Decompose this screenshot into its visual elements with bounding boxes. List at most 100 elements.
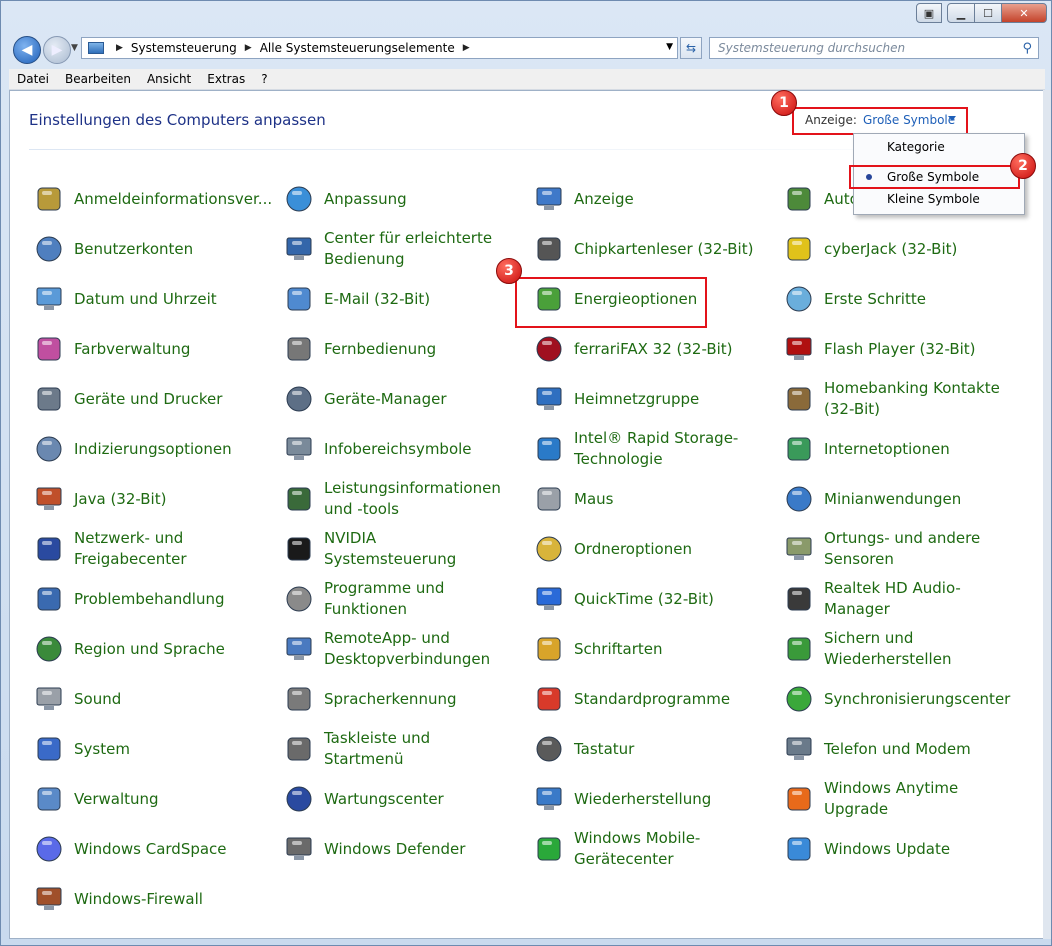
control-panel-item[interactable]: Verwaltung [32, 776, 272, 822]
control-panel-item-icon [282, 632, 316, 666]
minimize-button[interactable]: ▁ [947, 3, 975, 23]
control-panel-item[interactable]: Minianwendungen [782, 476, 1022, 522]
control-panel-item[interactable]: Chipkartenleser (32-Bit) [532, 226, 772, 272]
control-panel-item[interactable]: Windows Mobile-Gerätecenter [532, 826, 772, 872]
menu-ansicht[interactable]: Ansicht [139, 72, 199, 86]
control-panel-item[interactable]: Heimnetzgruppe [532, 376, 772, 422]
breadcrumb-systemsteuerung[interactable]: Systemsteuerung [131, 41, 237, 55]
control-panel-item[interactable]: Wiederherstellung [532, 776, 772, 822]
search-input[interactable]: Systemsteuerung durchsuchen ⚲ [709, 37, 1039, 59]
menu-datei[interactable]: Datei [9, 72, 57, 86]
menu-help[interactable]: ? [253, 72, 275, 86]
control-panel-item[interactable]: Realtek HD Audio-Manager [782, 576, 1022, 622]
control-panel-item[interactable]: Center für erleichterte Bedienung [282, 226, 522, 272]
close-button[interactable]: ✕ [1001, 3, 1047, 23]
control-panel-item-label: Ordneroptionen [574, 539, 692, 558]
control-panel-item[interactable]: Intel® Rapid Storage-Technologie [532, 426, 772, 472]
control-panel-item[interactable]: Anmeldeinformationsver... [32, 176, 272, 222]
control-panel-item[interactable]: Telefon und Modem [782, 726, 1022, 772]
control-panel-item[interactable]: Indizierungsoptionen [32, 426, 272, 472]
control-panel-item[interactable]: Sound [32, 676, 272, 722]
highlight-box-option [849, 165, 1020, 189]
control-panel-item[interactable]: Geräte-Manager [282, 376, 522, 422]
control-panel-item[interactable]: Windows Update [782, 826, 1022, 872]
history-dropdown[interactable]: ▼ [71, 43, 78, 53]
control-panel-item[interactable]: Windows CardSpace [32, 826, 272, 872]
control-panel-item[interactable]: Anpassung [282, 176, 522, 222]
control-panel-item-icon [32, 682, 66, 716]
control-panel-item-icon [282, 682, 316, 716]
control-panel-item[interactable]: Homebanking Kontakte (32-Bit) [782, 376, 1022, 422]
control-panel-item-icon [532, 332, 566, 366]
control-panel-item[interactable]: Synchronisierungscenter [782, 676, 1022, 722]
control-panel-item[interactable]: Anzeige [532, 176, 772, 222]
control-panel-item[interactable]: Erste Schritte [782, 276, 1022, 322]
control-panel-item-icon [282, 532, 316, 566]
control-panel-item[interactable]: Benutzerkonten [32, 226, 272, 272]
control-panel-item[interactable]: Flash Player (32-Bit) [782, 326, 1022, 372]
back-button[interactable]: ◀ [13, 36, 41, 64]
address-row: ◀ ▶ ▼ ▶ Systemsteuerung ▶ Alle Systemste… [1, 33, 1051, 67]
chevron-right-icon[interactable]: ▶ [116, 43, 123, 53]
control-panel-item[interactable]: Wartungscenter [282, 776, 522, 822]
control-panel-item[interactable]: Windows-Firewall [32, 876, 272, 922]
control-panel-item-label: Geräte und Drucker [74, 389, 223, 408]
control-panel-item[interactable]: Schriftarten [532, 626, 772, 672]
control-panel-item[interactable]: Sichern und Wiederherstellen [782, 626, 1022, 672]
control-panel-item-icon [782, 332, 816, 366]
chevron-right-icon[interactable]: ▶ [245, 43, 252, 53]
control-panel-item[interactable]: Programme und Funktionen [282, 576, 522, 622]
control-panel-item[interactable]: Leistungsinformationen und -tools [282, 476, 522, 522]
control-panel-item[interactable]: Datum und Uhrzeit [32, 276, 272, 322]
control-panel-item[interactable]: Geräte und Drucker [32, 376, 272, 422]
control-panel-item[interactable]: Region und Sprache [32, 626, 272, 672]
search-icon[interactable]: ⚲ [1022, 41, 1032, 56]
control-panel-item[interactable]: Farbverwaltung [32, 326, 272, 372]
control-panel-item[interactable]: Windows Defender [282, 826, 522, 872]
control-panel-item[interactable]: Ortungs- und andere Sensoren [782, 526, 1022, 572]
address-bar[interactable]: ▶ Systemsteuerung ▶ Alle Systemsteuerung… [81, 37, 678, 59]
control-panel-item[interactable]: Internetoptionen [782, 426, 1022, 472]
menu-bearbeiten[interactable]: Bearbeiten [57, 72, 139, 86]
control-panel-item[interactable]: ferrariFAX 32 (32-Bit) [532, 326, 772, 372]
control-panel-item[interactable]: Netzwerk- und Freigabecenter [32, 526, 272, 572]
control-panel-item[interactable]: Java (32-Bit) [32, 476, 272, 522]
control-panel-item[interactable]: E-Mail (32-Bit) [282, 276, 522, 322]
control-panel-item-label: Center für erleichterte Bedienung [324, 229, 493, 268]
control-panel-item[interactable]: Problembehandlung [32, 576, 272, 622]
maximize-button[interactable]: ☐ [974, 3, 1002, 23]
control-panel-item-label: Maus [574, 489, 614, 508]
control-panel-item[interactable]: cyberJack (32-Bit) [782, 226, 1022, 272]
control-panel-item-label: RemoteApp- und Desktopverbindungen [324, 629, 491, 668]
control-panel-item[interactable]: Taskleiste und Startmenü [282, 726, 522, 772]
control-panel-item[interactable]: Fernbedienung [282, 326, 522, 372]
control-panel-item-label: Internetoptionen [824, 439, 950, 458]
control-panel-item[interactable]: QuickTime (32-Bit) [532, 576, 772, 622]
chevron-right-icon[interactable]: ▶ [463, 43, 470, 53]
control-panel-item[interactable]: System [32, 726, 272, 772]
dropdown-option-kategorie[interactable]: Kategorie [854, 137, 1024, 157]
menu-extras[interactable]: Extras [199, 72, 253, 86]
dropdown-option-kleine-symbole[interactable]: Kleine Symbole [854, 189, 1024, 209]
control-panel-item[interactable]: Ordneroptionen [532, 526, 772, 572]
control-panel-item[interactable]: RemoteApp- und Desktopverbindungen [282, 626, 522, 672]
breadcrumb-alle-elemente[interactable]: Alle Systemsteuerungselemente [260, 41, 455, 55]
refresh-button[interactable]: ⇆ [680, 37, 702, 59]
control-panel-item-label: Verwaltung [74, 789, 159, 808]
control-panel-item-icon [32, 882, 66, 916]
control-panel-item-icon [32, 632, 66, 666]
control-panel-window: ▣ ▁ ☐ ✕ ◀ ▶ ▼ ▶ Systemsteuerung ▶ Alle S… [0, 0, 1052, 946]
control-panel-item[interactable]: Maus [532, 476, 772, 522]
control-panel-item-label: Windows Anytime Upgrade [824, 779, 959, 818]
control-panel-item[interactable]: Windows Anytime Upgrade [782, 776, 1022, 822]
control-panel-item[interactable]: NVIDIA Systemsteuerung [282, 526, 522, 572]
control-panel-item-icon [32, 332, 66, 366]
restore-layout-button[interactable]: ▣ [916, 3, 942, 23]
address-dropdown-icon[interactable]: ▼ [666, 42, 673, 52]
control-panel-item[interactable]: Infobereichsymbole [282, 426, 522, 472]
forward-button[interactable]: ▶ [43, 36, 71, 64]
control-panel-item[interactable]: Spracherkennung [282, 676, 522, 722]
control-panel-item-icon [532, 682, 566, 716]
control-panel-item[interactable]: Standardprogramme [532, 676, 772, 722]
control-panel-item[interactable]: Tastatur [532, 726, 772, 772]
